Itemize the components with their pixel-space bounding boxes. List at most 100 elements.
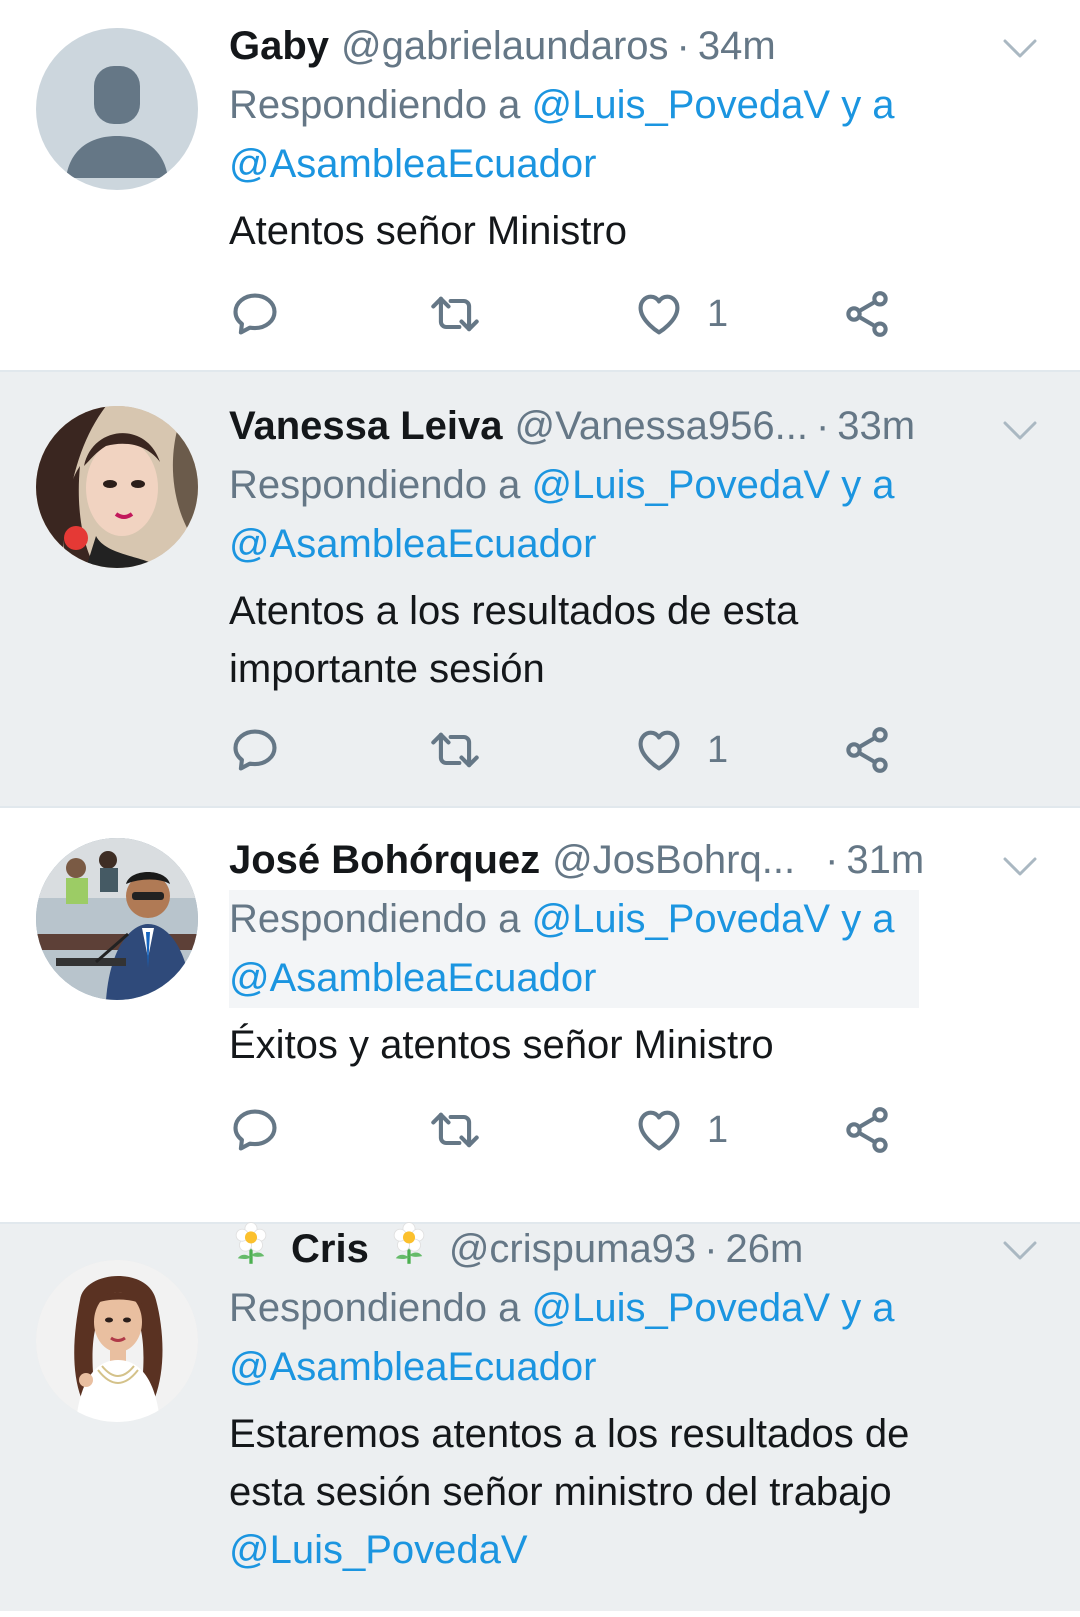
tweet-text: Éxitos y atentos señor Ministro xyxy=(229,1016,1040,1074)
share-icon xyxy=(841,288,893,340)
username[interactable]: @gabrielaundaros xyxy=(341,16,668,76)
reply-button[interactable] xyxy=(229,720,281,780)
reply-context[interactable]: Respondiendo a @Luis_PovedaV y a @Asambl… xyxy=(229,890,919,1008)
timestamp[interactable]: 31m xyxy=(846,830,924,890)
chevron-down-icon[interactable] xyxy=(1002,38,1038,60)
user-photo xyxy=(36,1260,198,1422)
tweet-text-line: importante sesión xyxy=(229,647,545,691)
username[interactable]: @Vanessa956... xyxy=(515,396,808,456)
avatar[interactable] xyxy=(36,28,198,190)
reply-button[interactable] xyxy=(229,284,281,344)
user-photo xyxy=(36,406,198,568)
like-count: 1 xyxy=(707,1108,729,1151)
display-name[interactable]: Cris xyxy=(291,1219,369,1279)
retweet-icon xyxy=(429,724,481,776)
tweet-header: Vanessa Leiva @Vanessa956... · 33m xyxy=(229,396,1040,456)
bottom-edge xyxy=(0,1611,1080,1617)
reply-context: Respondiendo a @Luis_PovedaV y a @Asambl… xyxy=(229,456,1040,574)
display-name[interactable]: José Bohórquez xyxy=(229,830,540,890)
share-button[interactable] xyxy=(841,1100,893,1160)
reply-prefix: Respondiendo a xyxy=(229,463,521,507)
chevron-down-icon[interactable] xyxy=(1002,856,1038,878)
share-icon xyxy=(841,724,893,776)
avatar[interactable] xyxy=(36,838,198,1000)
reply-icon xyxy=(229,288,281,340)
mention-link[interactable]: @AsambleaEcuador xyxy=(229,142,596,186)
separator-dot: · xyxy=(825,838,839,882)
retweet-button[interactable] xyxy=(429,720,481,780)
reply-icon xyxy=(229,1104,281,1156)
separator-dot: · xyxy=(815,404,830,448)
separator-dot: · xyxy=(704,1227,718,1271)
timestamp[interactable]: 34m xyxy=(698,16,776,76)
mention-link[interactable]: @Luis_PovedaV xyxy=(531,463,830,507)
like-button[interactable]: 1 xyxy=(633,720,728,780)
tweet-text-line: esta sesión señor ministro del trabajo xyxy=(229,1470,892,1514)
mention-link[interactable]: @Luis_PovedaV xyxy=(531,83,830,127)
retweet-button[interactable] xyxy=(429,284,481,344)
mention-link[interactable]: @AsambleaEcuador xyxy=(229,1345,596,1389)
tweet-item[interactable]: Gaby @gabrielaundaros · 34m Respondiendo… xyxy=(0,0,1080,372)
tweet-text-line: Éxitos y atentos señor Ministro xyxy=(229,1023,774,1067)
retweet-icon xyxy=(429,288,481,340)
reply-join: y a xyxy=(841,463,895,507)
tweet-text-line: Atentos señor Ministro xyxy=(229,209,627,253)
chevron-down-icon[interactable] xyxy=(1002,420,1038,442)
username[interactable]: @crispuma93 xyxy=(449,1219,696,1279)
mention-link[interactable]: @Luis_PovedaV xyxy=(531,897,830,941)
reply-context: Respondiendo a @Luis_PovedaV y a @Asambl… xyxy=(229,1279,1040,1397)
default-avatar-icon xyxy=(66,66,168,178)
blossom-icon xyxy=(229,1222,273,1266)
reply-join: y a xyxy=(841,897,895,941)
heart-icon xyxy=(633,288,685,340)
mention-link[interactable]: @AsambleaEcuador xyxy=(229,522,596,566)
avatar[interactable] xyxy=(36,1260,198,1422)
user-photo xyxy=(36,838,198,1000)
like-button[interactable]: 1 xyxy=(633,284,728,344)
separator-dot: · xyxy=(676,24,690,68)
tweet-actions: 1 xyxy=(229,720,929,780)
share-button[interactable] xyxy=(841,720,893,780)
mention-link[interactable]: @AsambleaEcuador xyxy=(229,956,596,1000)
tweet-actions: 1 xyxy=(229,284,929,344)
tweet-header: José Bohórquez @JosBohrq... · 31m xyxy=(229,830,1040,890)
reply-button[interactable] xyxy=(229,1100,281,1160)
display-name[interactable]: Gaby xyxy=(229,16,329,76)
retweet-button[interactable] xyxy=(429,1100,481,1160)
mention-link[interactable]: @Luis_PovedaV xyxy=(531,1286,830,1330)
like-button[interactable]: 1 xyxy=(633,1100,728,1160)
username[interactable]: @JosBohrq... xyxy=(552,830,795,890)
tweet-actions: 1 xyxy=(229,1100,929,1160)
reply-prefix: Respondiendo a xyxy=(229,83,521,127)
reply-context: Respondiendo a @Luis_PovedaV y a @Asambl… xyxy=(229,76,1040,194)
tweet-text-line: Estaremos atentos a los resultados de xyxy=(229,1412,910,1456)
heart-icon xyxy=(633,1104,685,1156)
heart-icon xyxy=(633,724,685,776)
share-button[interactable] xyxy=(841,284,893,344)
tweet-header: Cris @crispuma93 · 26m xyxy=(229,1218,1040,1279)
blossom-icon xyxy=(387,1222,431,1266)
tweet-item[interactable]: José Bohórquez @JosBohrq... · 31m Respon… xyxy=(0,808,1080,1224)
tweet-text: Estaremos atentos a los resultados de es… xyxy=(229,1405,1040,1579)
tweet-text-line: Atentos a los resultados de esta xyxy=(229,589,799,633)
chevron-down-icon[interactable] xyxy=(1002,1240,1038,1262)
timestamp[interactable]: 33m xyxy=(837,396,915,456)
reply-join: y a xyxy=(841,83,895,127)
reply-join: y a xyxy=(841,1286,895,1330)
timestamp[interactable]: 26m xyxy=(726,1219,804,1279)
tweet-item[interactable]: Cris @crispuma93 · 26m Respondiendo a @L… xyxy=(0,1224,1080,1617)
share-icon xyxy=(841,1104,893,1156)
like-count: 1 xyxy=(707,292,729,335)
tweet-text: Atentos señor Ministro xyxy=(229,202,1040,260)
display-name[interactable]: Vanessa Leiva xyxy=(229,396,503,456)
reply-icon xyxy=(229,724,281,776)
mention-link[interactable]: @Luis_PovedaV xyxy=(229,1528,528,1572)
tweet-item[interactable]: Vanessa Leiva @Vanessa956... · 33m Respo… xyxy=(0,372,1080,808)
retweet-icon xyxy=(429,1104,481,1156)
reply-prefix: Respondiendo a xyxy=(229,1286,521,1330)
tweet-header: Gaby @gabrielaundaros · 34m xyxy=(229,16,1040,76)
reply-prefix: Respondiendo a xyxy=(229,897,521,941)
avatar[interactable] xyxy=(36,406,198,568)
like-count: 1 xyxy=(707,728,729,771)
tweet-text: Atentos a los resultados de esta importa… xyxy=(229,582,1040,698)
